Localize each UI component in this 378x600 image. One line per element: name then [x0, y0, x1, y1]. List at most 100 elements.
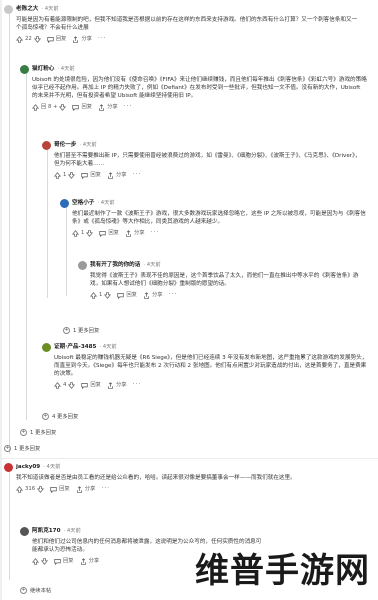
username[interactable]: 老陈之大 — [16, 5, 38, 13]
more-replies-button[interactable]: + 1 更多回复 — [63, 326, 99, 334]
upvote-button[interactable]: 316 — [16, 485, 45, 493]
share-button[interactable]: 分享 — [107, 171, 127, 179]
avatar[interactable] — [4, 4, 13, 14]
reply-label: 回复 — [63, 558, 74, 565]
share-button[interactable]: 分享 — [143, 291, 163, 299]
comment: 证期·产品-3485 · 4天前 Ubisoft 最稳定的赚钱机器无疑是《R6 … — [42, 342, 372, 390]
share-icon — [144, 291, 149, 299]
comment-body: 他们最近制作了一款《波斯王子》游戏，很大多数游戏玩家选择忽略它，这些 IP 之所… — [72, 211, 366, 226]
timestamp: · 4天前 — [99, 343, 117, 350]
upvote-button[interactable]: 1 — [54, 171, 76, 179]
upvote-button[interactable]: 回 8 + — [32, 103, 67, 111]
avatar[interactable] — [42, 342, 51, 352]
reply-label: 回复 — [81, 104, 93, 111]
upvote-button[interactable]: 4 — [54, 381, 76, 389]
reply-button[interactable]: 回复 — [47, 35, 67, 43]
avatar[interactable] — [4, 462, 13, 472]
share-button[interactable]: 分享 — [125, 229, 145, 237]
share-button[interactable]: 分享 — [80, 557, 99, 565]
username[interactable]: 空格小子 — [72, 199, 94, 207]
username[interactable]: 证期·产品-3485 — [54, 343, 96, 351]
more-options-icon[interactable]: ··· — [98, 35, 107, 43]
username[interactable]: 猫灯粉心 — [32, 65, 54, 73]
downvote-icon[interactable] — [68, 382, 76, 389]
more-replies-button[interactable]: + 1 更多回复 — [4, 444, 40, 452]
downvote-icon[interactable] — [33, 36, 41, 43]
downvote-icon[interactable] — [59, 104, 67, 111]
continue-thread-link[interactable]: + 继续本帖 — [20, 586, 51, 594]
upvote-icon — [32, 557, 39, 565]
reply-button[interactable]: 回复 — [117, 291, 137, 299]
avatar[interactable] — [20, 64, 29, 74]
avatar[interactable] — [60, 198, 69, 208]
thread-line — [26, 70, 27, 420]
more-options-icon[interactable]: ··· — [133, 381, 142, 389]
more-options-icon[interactable]: ··· — [169, 291, 178, 299]
reply-button[interactable]: 回复 — [99, 229, 119, 237]
share-icon — [73, 35, 79, 43]
upvote-button[interactable]: 1 — [90, 291, 112, 299]
more-options-icon[interactable]: ··· — [151, 229, 160, 237]
avatar[interactable] — [20, 526, 29, 536]
comment-body: 他们甚至不需要推出新 IP，只需要使用曾经被浪费过的游戏，如《雷曼》、《细胞分裂… — [54, 153, 361, 168]
reply-button[interactable]: 回复 — [81, 381, 101, 389]
thread-line — [9, 14, 10, 454]
downvote-icon[interactable] — [86, 230, 94, 237]
reply-label: 回复 — [126, 292, 137, 299]
avatar[interactable] — [42, 140, 51, 150]
username[interactable]: 哥伦一步 — [54, 141, 76, 149]
comment-icon — [117, 292, 125, 299]
upvote-icon — [90, 291, 97, 299]
share-label: 分享 — [115, 172, 127, 179]
share-button[interactable]: 分享 — [72, 35, 92, 43]
more-options-icon[interactable]: ··· — [133, 171, 142, 179]
vote-count: 4 — [63, 382, 67, 389]
comment-body: Ubisoft 的处境很危险，因为他们没有《使命召唤》《FIFA》来让他们继续赚… — [32, 77, 367, 100]
timestamp: · 4天前 — [97, 199, 115, 206]
share-icon — [108, 381, 113, 389]
comment-body: Ubisoft 最稳定的赚钱机器无疑是《R6 Siege》，但是他们已经连续 3… — [54, 355, 368, 378]
more-replies-button[interactable]: + 1 更多回复 — [20, 428, 56, 436]
upvote-button[interactable] — [32, 557, 48, 565]
reply-label: 回复 — [55, 36, 67, 43]
expand-icon: + — [4, 444, 11, 452]
comment-icon — [54, 558, 61, 565]
share-icon — [76, 485, 82, 493]
timestamp: · 4天前 — [143, 261, 161, 268]
reply-button[interactable]: 回复 — [72, 103, 92, 111]
share-button[interactable]: 分享 — [76, 485, 95, 493]
comment: jacky09 · 4天前 我不知道该做者是否是由员工看的还是给公众看的，哈哈。… — [4, 462, 368, 494]
timestamp: · 4天前 — [57, 65, 75, 72]
share-icon — [80, 557, 86, 565]
more-replies-button[interactable]: + 4 更多回复 — [42, 412, 78, 420]
downvote-icon[interactable] — [104, 292, 112, 299]
timestamp: · 4天前 — [79, 141, 97, 148]
comment: 哥伦一步 · 4天前 他们甚至不需要推出新 IP，只需要使用曾经被浪费过的游戏，… — [42, 140, 372, 180]
vote-count: 316 — [25, 485, 36, 492]
share-icon — [126, 229, 131, 237]
comment-icon — [99, 230, 107, 237]
username[interactable]: jacky09 — [16, 463, 40, 471]
comment: 老陈之大 · 4天前 可能是因为有着能源限制的吧，但我不知道我是否根据以前的存在… — [4, 4, 364, 44]
downvote-icon[interactable] — [41, 558, 48, 565]
comment: 空格小子 · 4天前 他们最近制作了一款《波斯王子》游戏，很大多数游戏玩家选择忽… — [60, 198, 372, 238]
more-replies-label: 1 更多回复 — [73, 328, 100, 334]
more-options-icon[interactable]: ··· — [101, 485, 110, 493]
downvote-icon[interactable] — [68, 172, 76, 179]
upvote-button[interactable]: 1 — [72, 229, 94, 237]
downvote-icon[interactable] — [37, 485, 45, 493]
share-icon — [108, 171, 113, 179]
reply-button[interactable]: 回复 — [54, 557, 74, 565]
share-button[interactable]: 分享 — [98, 103, 118, 111]
share-button[interactable]: 分享 — [107, 381, 127, 389]
username[interactable]: 阿凯克170 — [32, 527, 60, 535]
upvote-button[interactable]: 22 — [16, 35, 41, 43]
more-options-icon[interactable]: ··· — [124, 103, 133, 111]
avatar[interactable] — [78, 260, 87, 270]
vote-count: 1 — [99, 292, 103, 299]
reply-button[interactable]: 回复 — [50, 485, 70, 493]
share-label: 分享 — [81, 36, 92, 43]
vote-count: 22 — [25, 36, 32, 43]
reply-button[interactable]: 回复 — [81, 171, 101, 179]
username[interactable]: 我有开了我的你的话 — [90, 261, 140, 269]
